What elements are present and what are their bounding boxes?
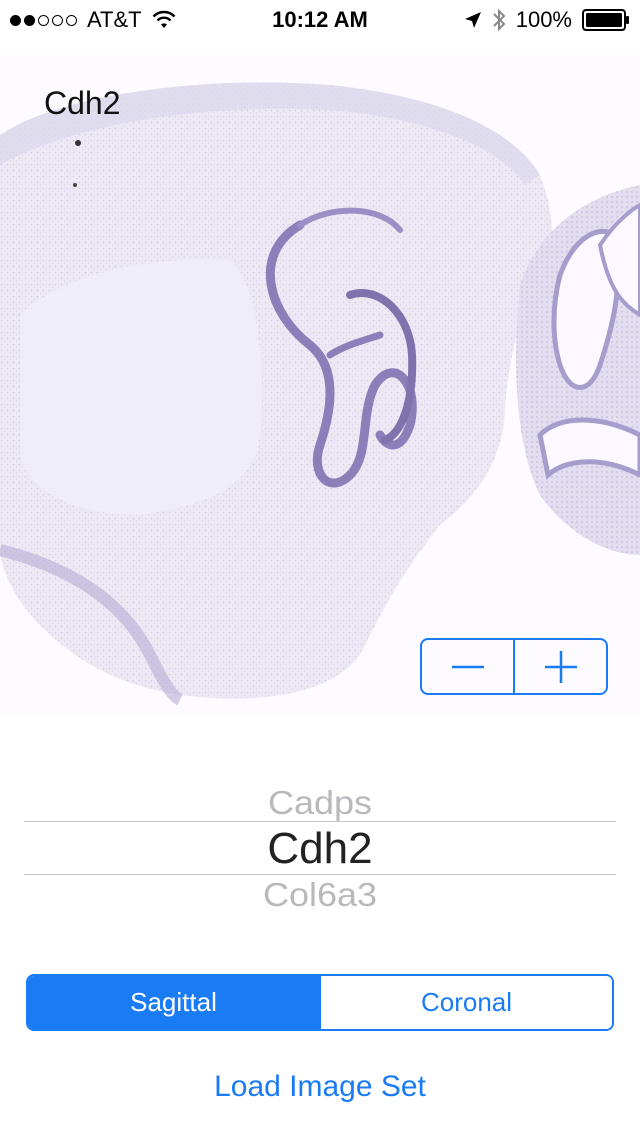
zoom-out-button[interactable]	[422, 640, 513, 693]
status-bar: AT&T 10:12 AM 100%	[0, 0, 640, 40]
location-arrow-icon	[464, 12, 481, 28]
zoom-control	[420, 638, 608, 695]
segment-coronal[interactable]: Coronal	[319, 976, 612, 1029]
load-image-set-button[interactable]: Load Image Set	[0, 1070, 640, 1104]
plane-segmented-control: Sagittal Coronal	[26, 974, 614, 1031]
brain-section-image[interactable]	[0, 55, 640, 715]
picker-item[interactable]: Col6a3	[24, 876, 616, 915]
segment-sagittal[interactable]: Sagittal	[28, 976, 319, 1029]
status-right: 100%	[464, 7, 630, 33]
battery-percentage: 100%	[515, 7, 572, 32]
picker-item-selected[interactable]: Cdh2	[24, 824, 616, 874]
minus-icon	[451, 665, 484, 668]
zoom-in-button[interactable]	[513, 640, 606, 693]
bluetooth-icon	[493, 8, 506, 32]
plus-icon	[544, 650, 577, 683]
battery-icon	[582, 9, 629, 31]
brain-section-viewer[interactable]: Cdh2	[0, 55, 640, 715]
picker-selection-top-line	[24, 821, 616, 822]
gene-picker[interactable]: Cadps Cdh2 Col6a3	[24, 760, 616, 930]
gene-title: Cdh2	[44, 85, 121, 121]
picker-item[interactable]: Cadps	[24, 784, 616, 823]
